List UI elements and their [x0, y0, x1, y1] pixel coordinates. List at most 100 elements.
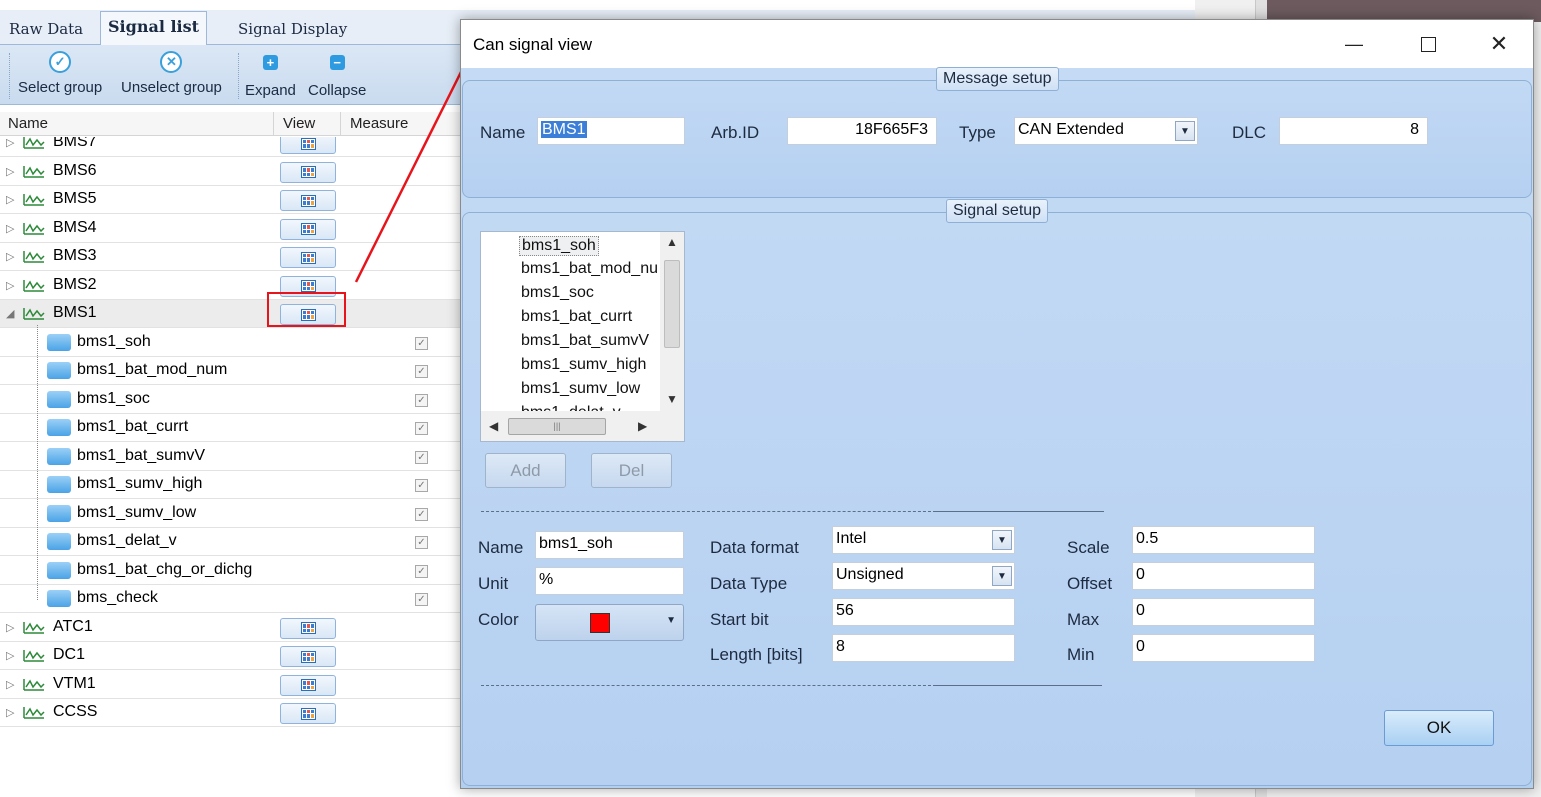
signal-row[interactable]: bms1_sumv_high ✓ [0, 471, 460, 499]
max-field[interactable]: 0 [1132, 598, 1315, 626]
signal-list-item[interactable]: bms1_bat_sumvV [521, 332, 649, 350]
close-button[interactable]: ✕ [1476, 28, 1522, 60]
listbox-horizontal-scrollbar[interactable]: ◀ ||| ▶ [481, 411, 684, 441]
signal-row[interactable]: bms_check ✓ [0, 585, 460, 613]
column-measure[interactable]: Measure [350, 115, 408, 132]
view-button[interactable] [280, 161, 336, 183]
collapsed-arrow-icon[interactable]: ▷ [6, 165, 14, 178]
view-button[interactable] [280, 218, 336, 240]
start-bit-field[interactable]: 56 [832, 598, 1015, 626]
signal-row[interactable]: bms1_bat_sumvV ✓ [0, 443, 460, 471]
expanded-arrow-icon[interactable]: ◢ [6, 307, 14, 320]
signal-listbox[interactable]: bms1_delat_vbms1_sumv_lowbms1_sumv_highb… [480, 231, 685, 442]
collapsed-arrow-icon[interactable]: ▷ [6, 649, 14, 662]
scroll-right-icon[interactable]: ▶ [638, 419, 647, 433]
collapsed-arrow-icon[interactable]: ▷ [6, 250, 14, 263]
message-row[interactable]: ▷ ATC1 [0, 614, 460, 642]
min-field[interactable]: 0 [1132, 634, 1315, 662]
message-row[interactable]: ▷ VTM1 [0, 671, 460, 699]
message-row[interactable]: ▷ BMS7 [0, 137, 460, 157]
ok-button[interactable]: OK [1384, 710, 1494, 746]
signal-list-item[interactable]: bms1_bat_mod_nu [521, 260, 658, 278]
signal-row[interactable]: bms1_bat_chg_or_dichg ✓ [0, 557, 460, 585]
collapsed-arrow-icon[interactable]: ▷ [6, 678, 14, 691]
signal-row[interactable]: bms1_delat_v ✓ [0, 528, 460, 556]
data-type-select[interactable]: Unsigned ▼ [832, 562, 1015, 590]
unit-field[interactable]: % [535, 567, 684, 595]
minimize-button[interactable]: — [1331, 28, 1377, 60]
offset-field[interactable]: 0 [1132, 562, 1315, 590]
message-row[interactable]: ▷ BMS4 [0, 215, 460, 243]
type-select[interactable]: CAN Extended ▼ [1014, 117, 1198, 145]
column-name[interactable]: Name [8, 115, 48, 132]
measure-checkbox[interactable]: ✓ [415, 536, 428, 549]
scroll-up-icon[interactable]: ▲ [666, 235, 678, 249]
add-signal-button[interactable]: Add [485, 453, 566, 488]
signal-list-item[interactable]: bms1_sumv_low [521, 380, 640, 398]
chevron-down-icon[interactable]: ▼ [1175, 121, 1195, 141]
signal-list-item[interactable]: bms1_sumv_high [521, 356, 646, 374]
message-name-field[interactable]: BMS1 [537, 117, 685, 145]
view-button[interactable] [280, 646, 336, 667]
view-button[interactable] [280, 674, 336, 696]
expand-button[interactable]: + Expand [245, 51, 296, 99]
view-button[interactable] [280, 247, 336, 268]
tab-signal-display[interactable]: Signal Display [231, 15, 354, 46]
collapsed-arrow-icon[interactable]: ▷ [6, 137, 14, 149]
collapsed-arrow-icon[interactable]: ▷ [6, 222, 14, 235]
vertical-scroll-thumb[interactable] [664, 260, 680, 348]
column-view[interactable]: View [283, 115, 315, 132]
signal-row[interactable]: bms1_soc ✓ [0, 386, 460, 414]
tab-signal-list[interactable]: Signal list [100, 11, 208, 46]
maximize-button[interactable] [1405, 28, 1451, 60]
unselect-group-button[interactable]: ✕ Unselect group [121, 51, 222, 96]
measure-checkbox[interactable]: ✓ [415, 479, 428, 492]
measure-checkbox[interactable]: ✓ [415, 593, 428, 606]
view-button[interactable] [280, 190, 336, 211]
message-row[interactable]: ▷ BMS2 [0, 272, 460, 300]
collapse-button[interactable]: − Collapse [308, 51, 366, 99]
scroll-left-icon[interactable]: ◀ [489, 419, 498, 433]
signal-name-field[interactable]: bms1_soh [535, 531, 684, 559]
message-row[interactable]: ▷ BMS5 [0, 186, 460, 214]
signal-list-item[interactable]: bms1_bat_currt [521, 308, 632, 326]
collapsed-arrow-icon[interactable]: ▷ [6, 621, 14, 634]
collapsed-arrow-icon[interactable]: ▷ [6, 706, 14, 719]
view-button[interactable] [280, 703, 336, 724]
chevron-down-icon[interactable]: ▼ [992, 530, 1012, 550]
message-row[interactable]: ▷ DC1 [0, 642, 460, 670]
signal-row[interactable]: bms1_bat_mod_num ✓ [0, 357, 460, 385]
listbox-vertical-scrollbar[interactable]: ▲ ▼ [660, 232, 684, 411]
message-row[interactable]: ◢ BMS1 [0, 300, 460, 328]
measure-checkbox[interactable]: ✓ [415, 564, 428, 578]
measure-checkbox[interactable]: ✓ [415, 393, 428, 407]
tab-raw-data[interactable]: Raw Data [2, 15, 90, 46]
delete-signal-button[interactable]: Del [591, 453, 672, 488]
message-row[interactable]: ▷ BMS6 [0, 158, 460, 186]
measure-checkbox[interactable]: ✓ [415, 422, 428, 435]
measure-checkbox[interactable]: ✓ [415, 507, 428, 521]
select-group-button[interactable]: ✓ Select group [18, 51, 102, 96]
scroll-down-icon[interactable]: ▼ [666, 392, 678, 406]
scale-field[interactable]: 0.5 [1132, 526, 1315, 554]
message-row[interactable]: ▷ BMS3 [0, 243, 460, 271]
measure-checkbox[interactable]: ✓ [415, 336, 428, 350]
view-button[interactable] [280, 617, 336, 639]
signal-row[interactable]: bms1_soh ✓ [0, 329, 460, 357]
chevron-down-icon[interactable]: ▼ [992, 566, 1012, 586]
color-picker[interactable]: ▼ [535, 604, 684, 641]
dlc-field[interactable]: 8 [1279, 117, 1428, 145]
signal-row[interactable]: bms1_bat_currt ✓ [0, 414, 460, 442]
length-field[interactable]: 8 [832, 634, 1015, 662]
arbid-field[interactable]: 18F665F3 [787, 117, 937, 145]
view-button[interactable] [280, 137, 336, 154]
measure-checkbox[interactable]: ✓ [415, 450, 428, 464]
collapsed-arrow-icon[interactable]: ▷ [6, 279, 14, 292]
message-row[interactable]: ▷ CCSS [0, 699, 460, 727]
signal-list-item[interactable]: bms1_soh [519, 236, 599, 256]
horizontal-scroll-thumb[interactable]: ||| [508, 418, 606, 435]
signal-row[interactable]: bms1_sumv_low ✓ [0, 500, 460, 528]
collapsed-arrow-icon[interactable]: ▷ [6, 193, 14, 206]
signal-list-item[interactable]: bms1_soc [521, 284, 594, 302]
measure-checkbox[interactable]: ✓ [415, 365, 428, 378]
